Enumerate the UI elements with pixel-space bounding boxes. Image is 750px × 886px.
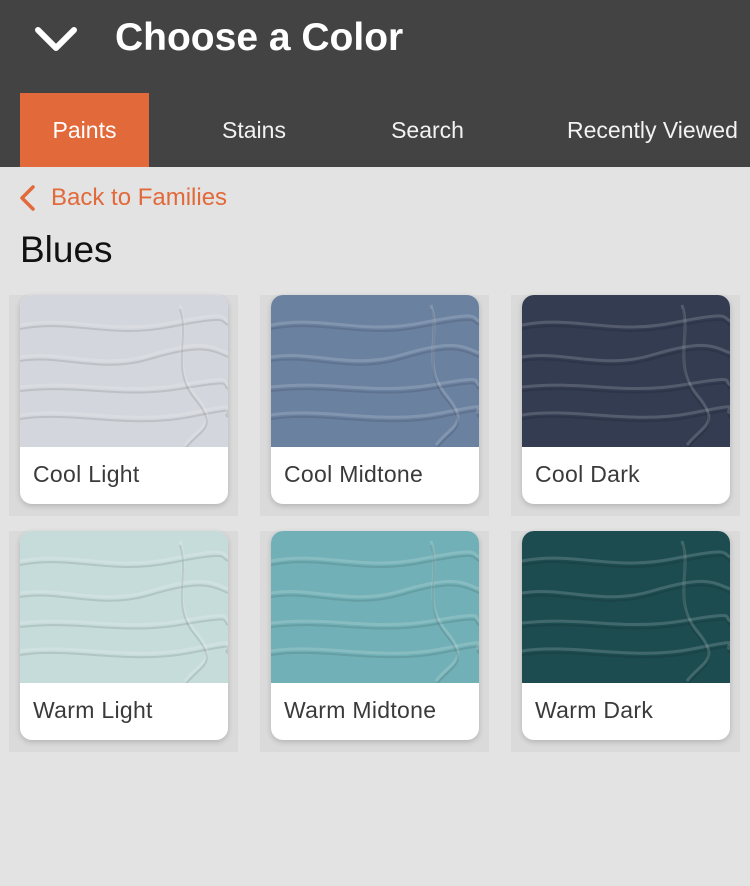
swatch-card-container: Warm Midtone <box>260 531 489 752</box>
paint-texture <box>522 304 730 447</box>
chevron-left-icon <box>20 185 35 211</box>
paint-texture <box>522 540 730 683</box>
swatch-card-container: Cool Light <box>9 295 238 516</box>
back-link-label: Back to Families <box>51 184 228 211</box>
family-heading: Blues <box>20 229 113 270</box>
swatch-label: Warm Dark <box>535 697 654 723</box>
tab-paints[interactable]: Paints <box>20 93 149 167</box>
color-swatch <box>20 531 228 683</box>
chevron-down-icon[interactable] <box>30 18 82 60</box>
swatch-label: Warm Light <box>33 697 153 723</box>
title-bar: Choose a Color <box>0 0 750 82</box>
tab-bar: Paints Stains Search Recently Viewed <box>0 93 750 167</box>
swatch-card-cool-dark[interactable]: Cool Dark <box>522 295 730 504</box>
tab-recently-viewed[interactable]: Recently Viewed <box>567 93 738 167</box>
swatch-card-container: Warm Dark <box>511 531 740 752</box>
swatch-card-container: Cool Midtone <box>260 295 489 516</box>
swatch-label: Cool Dark <box>535 461 640 487</box>
color-swatch <box>522 295 730 447</box>
swatch-label: Cool Midtone <box>284 461 424 487</box>
swatch-card-warm-dark[interactable]: Warm Dark <box>522 531 730 740</box>
color-swatch <box>271 295 479 447</box>
paint-texture <box>271 540 479 683</box>
paint-texture <box>271 304 479 447</box>
swatch-label: Cool Light <box>33 461 140 487</box>
swatch-card-cool-light[interactable]: Cool Light <box>20 295 228 504</box>
swatch-card-cool-midtone[interactable]: Cool Midtone <box>271 295 479 504</box>
app-header: Choose a Color Paints Stains Search Rece… <box>0 0 750 167</box>
paint-texture <box>20 304 228 447</box>
color-swatch <box>522 531 730 683</box>
swatch-card-container: Warm Light <box>9 531 238 752</box>
swatch-card-warm-midtone[interactable]: Warm Midtone <box>271 531 479 740</box>
swatch-card-container: Cool Dark <box>511 295 740 516</box>
page-title: Choose a Color <box>115 16 404 59</box>
swatch-card-warm-light[interactable]: Warm Light <box>20 531 228 740</box>
tab-stains[interactable]: Stains <box>190 93 318 167</box>
color-swatch <box>271 531 479 683</box>
paint-texture <box>20 540 228 683</box>
swatch-label: Warm Midtone <box>284 697 437 723</box>
tab-search[interactable]: Search <box>355 93 500 167</box>
color-swatch <box>20 295 228 447</box>
